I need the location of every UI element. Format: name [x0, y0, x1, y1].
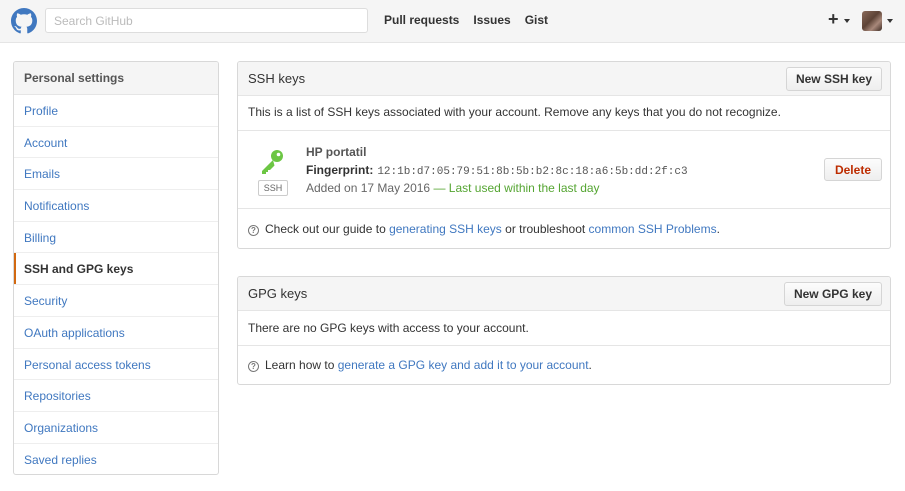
- ssh-badge: SSH: [258, 180, 288, 196]
- sidebar-item-notifications[interactable]: Notifications: [14, 190, 218, 222]
- ssh-key-added-line: Added on 17 May 2016 — Last used within …: [306, 181, 600, 195]
- nav-pull-requests[interactable]: Pull requests: [384, 13, 459, 27]
- question-icon: ?: [248, 361, 259, 372]
- sidebar-item-account[interactable]: Account: [14, 127, 218, 159]
- sidebar-item-organizations[interactable]: Organizations: [14, 412, 218, 444]
- ssh-keys-description: This is a list of SSH keys associated wi…: [248, 105, 781, 119]
- ssh-help-prefix: Check out our guide to: [265, 222, 390, 236]
- sidebar-title: Personal settings: [14, 62, 218, 95]
- new-ssh-key-button[interactable]: New SSH key: [785, 67, 882, 91]
- sidebar-item-saved-replies[interactable]: Saved replies: [14, 444, 218, 474]
- sidebar-item-profile[interactable]: Profile: [14, 95, 218, 127]
- top-nav: Pull requests Issues Gist: [384, 13, 548, 27]
- gpg-help-row: ? Learn how to generate a GPG key and add…: [238, 346, 890, 384]
- create-new-button[interactable]: +: [828, 10, 839, 28]
- delete-ssh-key-button[interactable]: Delete: [823, 158, 882, 181]
- generate-gpg-key-link[interactable]: generate a GPG key and add it to your ac…: [338, 358, 589, 372]
- question-icon: ?: [248, 225, 259, 236]
- settings-sidebar: Personal settings Profile Account Emails…: [13, 61, 219, 475]
- ssh-keys-description-row: This is a list of SSH keys associated wi…: [238, 96, 890, 131]
- gpg-keys-title: GPG keys: [248, 286, 308, 301]
- ssh-key-item: SSH HP portatil Fingerprint: 12:1b:d7:05:…: [238, 131, 890, 209]
- nav-issues[interactable]: Issues: [473, 13, 510, 27]
- sidebar-item-oauth-applications[interactable]: OAuth applications: [14, 317, 218, 349]
- fingerprint-value: 12:1b:d7:05:79:51:8b:5b:b2:8c:18:a6:5b:d…: [377, 166, 688, 178]
- ssh-keys-header: SSH keys New SSH key: [238, 62, 890, 96]
- key-icon: [262, 150, 283, 174]
- user-menu-caret-icon[interactable]: [887, 19, 893, 23]
- sidebar-item-ssh-gpg-keys[interactable]: SSH and GPG keys: [14, 253, 218, 286]
- gpg-help-prefix: Learn how to: [265, 358, 338, 372]
- gpg-keys-panel: GPG keys New GPG key There are no GPG ke…: [237, 276, 891, 385]
- ssh-keys-title: SSH keys: [248, 71, 306, 86]
- sidebar-item-personal-access-tokens[interactable]: Personal access tokens: [14, 349, 218, 381]
- common-ssh-problems-link[interactable]: common SSH Problems: [589, 222, 717, 236]
- sidebar-item-emails[interactable]: Emails: [14, 158, 218, 191]
- gpg-empty-message: There are no GPG keys with access to you…: [248, 321, 529, 335]
- gpg-empty-row: There are no GPG keys with access to you…: [238, 311, 890, 346]
- ssh-help-suffix: .: [716, 222, 720, 236]
- gpg-help-suffix: .: [588, 358, 592, 372]
- fingerprint-label: Fingerprint:: [306, 163, 374, 177]
- ssh-help-row: ? Check out our guide to generating SSH k…: [238, 209, 890, 248]
- generating-ssh-keys-link[interactable]: generating SSH keys: [389, 222, 502, 236]
- key-added-date: Added on 17 May 2016: [306, 181, 431, 195]
- key-last-used: Last used within the last day: [448, 181, 600, 195]
- create-new-caret-icon[interactable]: [844, 19, 850, 23]
- new-gpg-key-button[interactable]: New GPG key: [783, 282, 882, 306]
- ssh-key-fingerprint-line: Fingerprint: 12:1b:d7:05:79:51:8b:5b:b2:8…: [306, 163, 688, 178]
- ssh-help-middle: or troubleshoot: [501, 222, 589, 236]
- github-logo-icon[interactable]: [11, 8, 37, 34]
- top-header: Pull requests Issues Gist +: [0, 0, 905, 43]
- sidebar-item-billing[interactable]: Billing: [14, 222, 218, 254]
- sidebar-item-security[interactable]: Security: [14, 285, 218, 317]
- ssh-keys-panel: SSH keys New SSH key This is a list of S…: [237, 61, 891, 249]
- key-separator: —: [430, 181, 449, 195]
- search-input[interactable]: [45, 8, 368, 33]
- ssh-key-title: HP portatil: [306, 145, 367, 159]
- nav-gist[interactable]: Gist: [525, 13, 548, 27]
- gpg-keys-header: GPG keys New GPG key: [238, 277, 890, 311]
- sidebar-item-repositories[interactable]: Repositories: [14, 380, 218, 412]
- user-avatar[interactable]: [862, 11, 882, 31]
